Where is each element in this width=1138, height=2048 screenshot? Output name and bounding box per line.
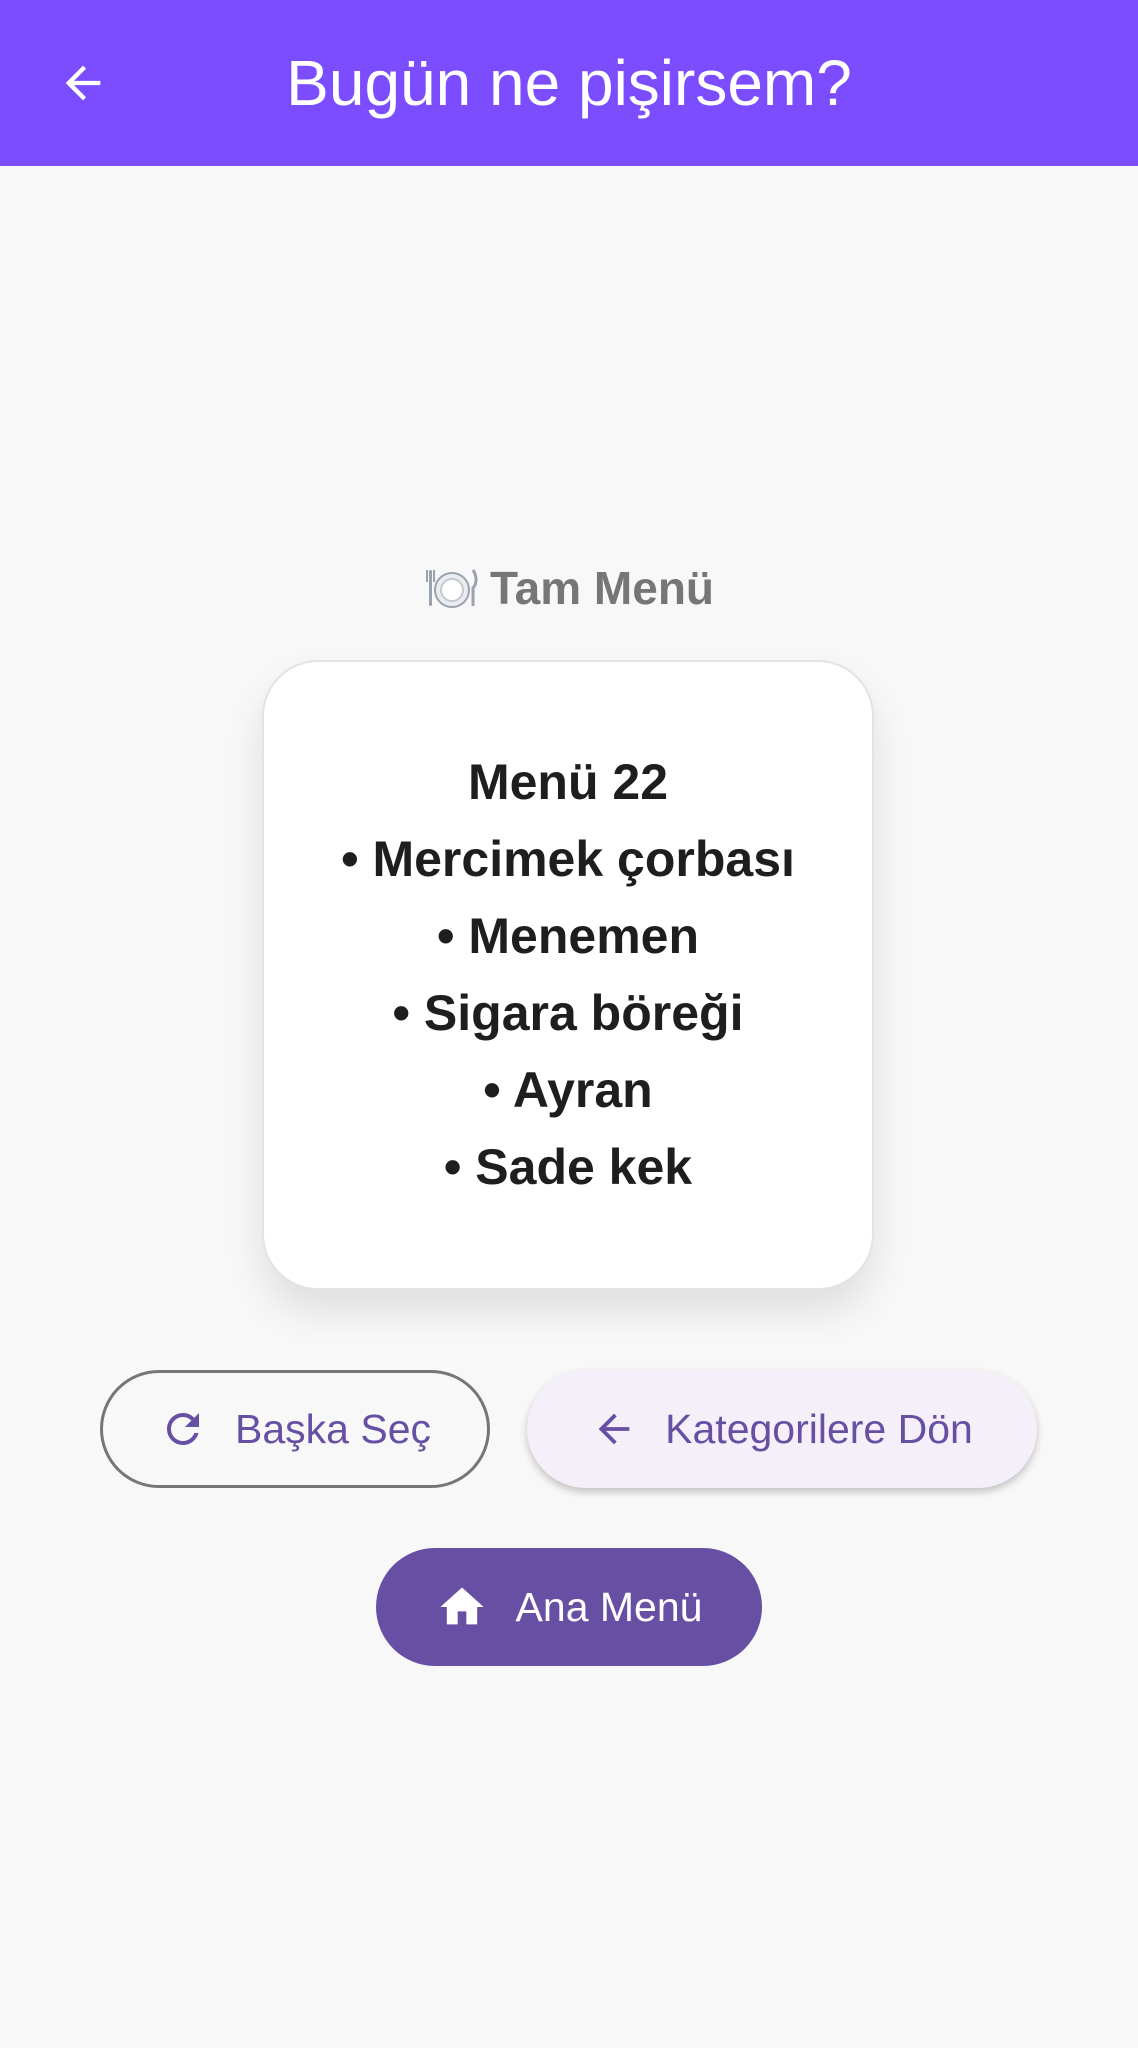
menu-item: • Sade kek — [443, 1139, 693, 1195]
section-heading: Tam Menü — [0, 560, 1138, 616]
pick-another-button[interactable]: Başka Seç — [100, 1370, 490, 1488]
back-to-categories-label: Kategorilere Dön — [665, 1405, 973, 1452]
menu-item: • Sigara böreği — [392, 985, 744, 1041]
refresh-icon — [167, 1413, 199, 1445]
back-to-categories-button[interactable]: Kategorilere Dön — [527, 1370, 1037, 1488]
menu-title: Menü 22 — [467, 754, 669, 810]
menu-card: Menü 22 • Mercimek çorbası • Menemen • S… — [262, 660, 874, 1290]
main-menu-label: Ana Menü — [515, 1583, 703, 1630]
menu-item: • Menemen — [436, 908, 699, 964]
plate-cutlery-icon — [425, 569, 478, 608]
section-title: Tam Menü — [489, 562, 715, 614]
main-menu-button[interactable]: Ana Menü — [376, 1548, 762, 1666]
menu-item: • Mercimek çorbası — [341, 831, 795, 887]
arrow-back-icon — [598, 1413, 630, 1445]
pick-another-label: Başka Seç — [235, 1405, 431, 1452]
app-title: Bugün ne pişirsem? — [286, 47, 852, 119]
arrow-back-icon — [65, 65, 101, 101]
app-bar: Bugün ne pişirsem? — [0, 0, 1138, 166]
back-button[interactable] — [42, 42, 124, 124]
home-icon — [439, 1587, 484, 1625]
menu-item: • Ayran — [483, 1062, 653, 1118]
